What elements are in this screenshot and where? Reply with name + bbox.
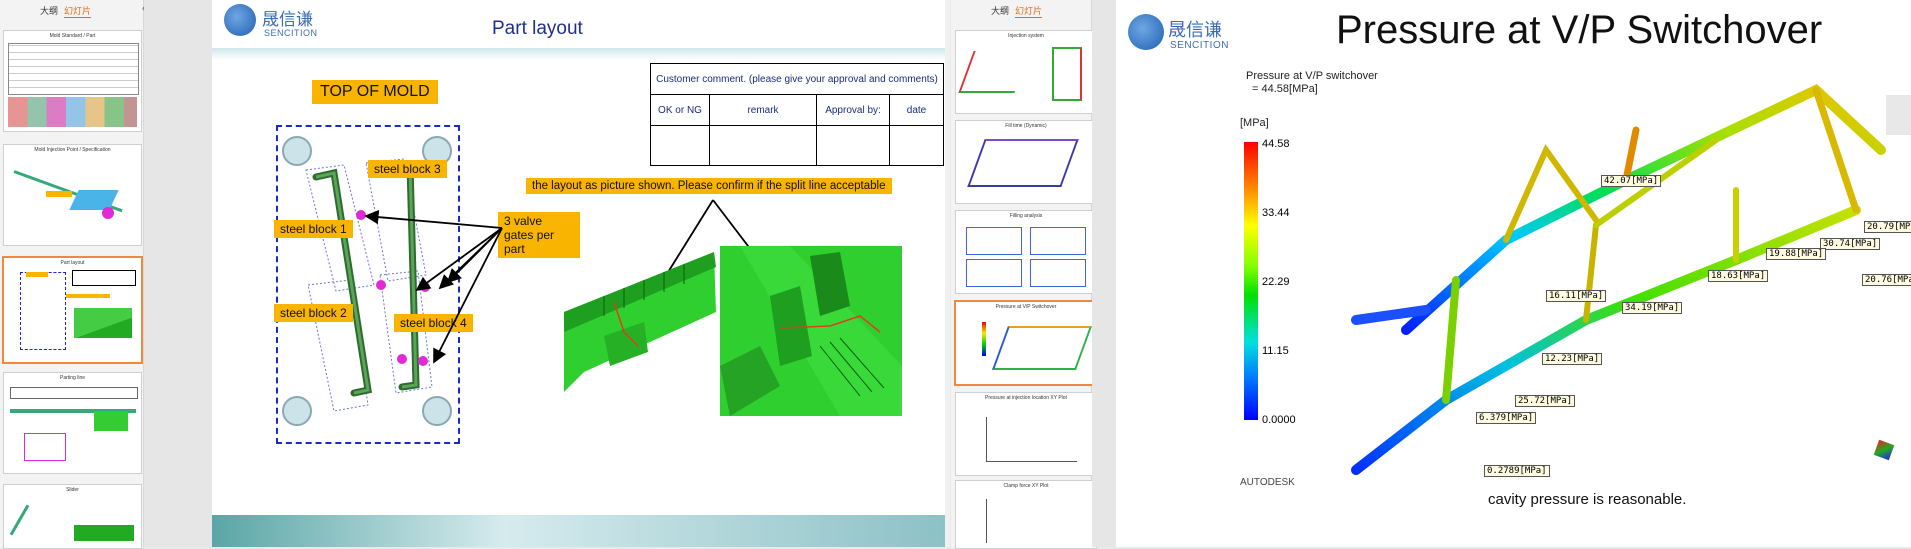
probe-label: 6.379[MPa]	[1476, 412, 1537, 424]
table-header-remark: remark	[709, 94, 817, 126]
thumbnail-title: Pressure at injection location XY Plot	[985, 395, 1067, 401]
brand-watermark: AUTODESK	[1240, 477, 1295, 486]
thumbnail-title: Slider	[66, 487, 79, 493]
probe-label: 30.74[MPa]	[1820, 238, 1881, 250]
table-cell-ok-ng[interactable]	[650, 125, 710, 166]
pressure-result-model	[1351, 84, 1886, 475]
slide-thumbnail-3-selected[interactable]: Part layout	[2, 256, 143, 364]
slide-thumbnail-panel: 大纲 幻灯片 ‹ Mold Standard / Part Mold Injec…	[0, 0, 158, 549]
thumbnail-title: Pressure at V/P Switchover	[995, 304, 1057, 310]
thumbnail-title: Injection system	[1008, 33, 1044, 39]
slide-thumbnail-4-selected[interactable]: Pressure at V/P Switchover	[954, 300, 1098, 386]
split-line-closeup-left	[564, 252, 716, 392]
slide-thumbnail-1[interactable]: Injection system	[955, 30, 1097, 114]
thumbnail-title: Parting line	[59, 375, 85, 381]
presentation-window-right: 大纲 幻灯片 ‹ Injection system Fill time (Dyn…	[951, 0, 1911, 549]
logo-chinese-name: 晟信谦	[1168, 20, 1222, 40]
slide-thumbnail-2[interactable]: Fill time (Dynamic)	[955, 120, 1097, 204]
split-line-note: the layout as picture shown. Please conf…	[526, 178, 892, 194]
slide-thumbnail-panel: 大纲 幻灯片 ‹ Injection system Fill time (Dyn…	[951, 0, 1111, 549]
table-cell-approval[interactable]	[816, 125, 890, 166]
scale-tick: 33.44	[1262, 207, 1290, 219]
slide-thumbnail-1[interactable]: Mold Standard / Part	[3, 30, 142, 132]
thumbnail-title: Part layout	[60, 260, 85, 266]
table-header-date: date	[889, 94, 944, 126]
slide-canvas: 晟信谦 SENCITION Part layout TOP OF MOLD st…	[212, 0, 945, 547]
customer-approval-table: Customer comment. (please give your appr…	[650, 63, 944, 166]
logo-english-name: SENCITION	[1170, 40, 1229, 51]
scale-unit: [MPa]	[1240, 117, 1269, 129]
probe-label: 16.11[MPa]	[1546, 290, 1607, 302]
color-scale-bar	[1244, 142, 1258, 420]
view-cube-icon[interactable]	[1886, 95, 1911, 135]
split-line-closeup-right	[720, 246, 902, 416]
probe-label: 42.07[MPa]	[1601, 175, 1662, 187]
slide-thumbnail-3[interactable]: Filling analysis	[955, 210, 1097, 294]
probe-label: 20.79[MPa]	[1864, 221, 1911, 233]
thumbnail-title: Mold Injection Point / Specification	[34, 147, 111, 153]
tab-slides[interactable]: 幻灯片	[64, 4, 92, 18]
scale-tick: 22.29	[1262, 276, 1290, 288]
probe-label: 18.63[MPa]	[1708, 270, 1769, 282]
slide-title: Pressure at V/P Switchover	[1336, 8, 1823, 52]
tab-outline[interactable]: 大纲	[991, 4, 1009, 17]
scale-tick: 0.0000	[1262, 414, 1296, 426]
thumbnail-title: Fill time (Dynamic)	[1005, 123, 1047, 129]
scale-tick: 11.15	[1262, 345, 1289, 357]
thumbnail-title: Clamp force XY Plot	[1003, 483, 1049, 489]
company-logo-icon	[1128, 14, 1164, 50]
conclusion-text: cavity pressure is reasonable.	[1488, 491, 1687, 508]
tab-slides[interactable]: 幻灯片	[1015, 4, 1043, 18]
table-cell-date[interactable]	[889, 125, 944, 166]
slide-thumbnail-6[interactable]: Clamp force XY Plot	[955, 480, 1097, 549]
thumbnail-title: Mold Standard / Part	[49, 33, 96, 39]
slide-thumbnail-2[interactable]: Mold Injection Point / Specification	[3, 144, 142, 246]
presentation-window-left: 大纲 幻灯片 ‹ Mold Standard / Part Mold Injec…	[0, 0, 950, 549]
thumbnail-title: Filling analysis	[1009, 213, 1043, 219]
slide-canvas: 晟信谦 SENCITION Pressure at V/P Switchover…	[1116, 0, 1911, 547]
probe-label: 34.19[MPa]	[1622, 302, 1683, 314]
probe-label: 0.2789[MPa]	[1484, 465, 1550, 477]
table-header-approval: Approval by:	[816, 94, 890, 126]
probe-label: 20.76[MPa]	[1862, 274, 1911, 286]
slide-thumbnail-5[interactable]: Pressure at injection location XY Plot	[955, 392, 1097, 476]
probe-label: 12.23[MPa]	[1542, 353, 1603, 365]
table-header-ok-ng: OK or NG	[650, 94, 710, 126]
slide-thumbnail-4[interactable]: Parting line	[3, 372, 142, 474]
probe-label: 25.72[MPa]	[1515, 395, 1576, 407]
tab-outline[interactable]: 大纲	[40, 4, 58, 17]
approval-table-caption: Customer comment. (please give your appr…	[650, 63, 944, 95]
slide-thumbnail-5[interactable]: Slider	[3, 484, 142, 549]
scale-tick: 44.58	[1262, 138, 1290, 150]
probe-label: 19.88[MPa]	[1766, 248, 1827, 260]
table-cell-remark[interactable]	[709, 125, 817, 166]
